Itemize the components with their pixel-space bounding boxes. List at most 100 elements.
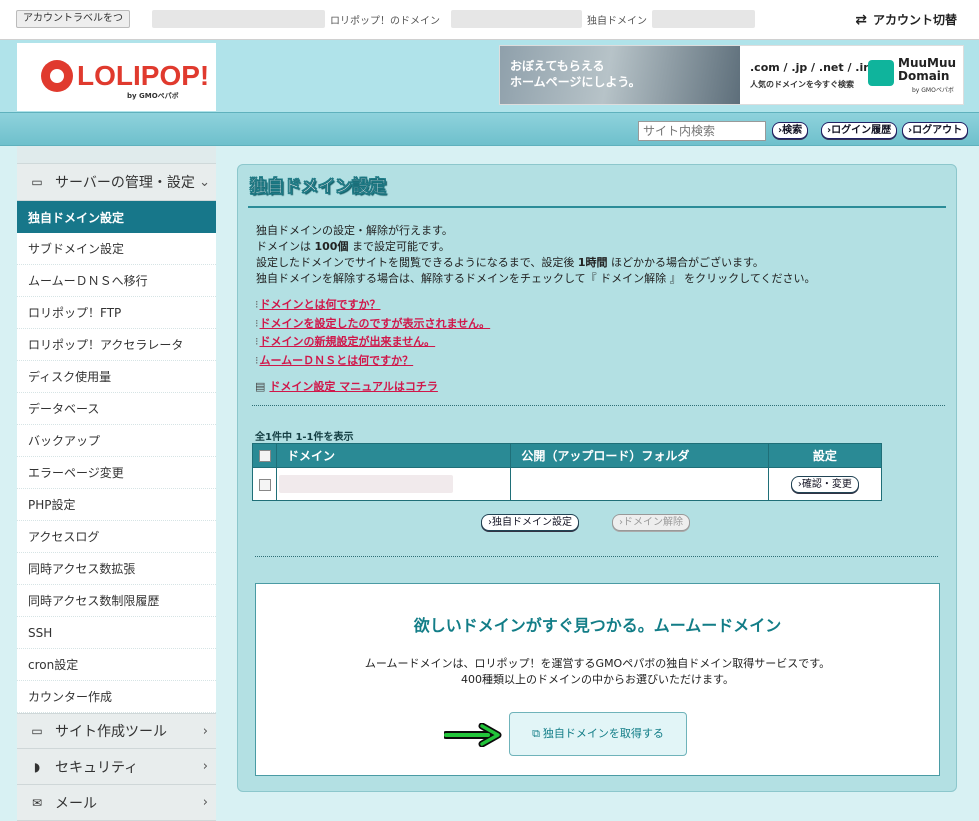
login-history-button[interactable]: ›ログイン履歴 [821,122,898,139]
sidebar-category-site-tools-label: サイト作成ツール [55,724,167,740]
sidebar-item-ftp[interactable]: ロリポップ！FTP [17,297,216,329]
promo-text: ムームードメインは、ロリポップ！を運営するGMOペパボの独自ドメイン取得サービス… [256,656,939,688]
bullet-icon: ⁝ [255,335,259,348]
help-link-label: ドメインを設定したのですが表示されません。 [259,316,491,330]
sidebar-item-disk-usage[interactable]: ディスク使用量 [17,361,216,393]
login-history-label: ログイン履歴 [831,125,892,136]
chevron-right-icon: › [202,759,208,774]
desc-line-3-bold: 1時間 [577,256,608,269]
result-count: 全1件中 1-1件を表示 [255,432,354,443]
mail-icon: ✉ [31,795,43,810]
logout-label: ログアウト [912,125,963,136]
desc-line-2-pre: ドメインは [256,240,315,253]
description: 独自ドメインの設定・解除が行えます。 ドメインは 100個 まで設定可能です。 … [256,223,816,287]
row-settings-cell: ›確認・変更 [767,467,883,501]
column-settings: 設定 [767,443,883,468]
confirm-change-label: 確認・変更 [801,478,852,490]
promo-line-2: 400種類以上のドメインの中からお選びいただけます。 [461,673,734,686]
page-title: 独自ドメイン設定 [248,174,946,208]
account-label-button[interactable]: アカウントラベルをつ [16,10,130,28]
help-link-not-displayed[interactable]: ⁝ドメインを設定したのですが表示されません。 [255,315,490,334]
desc-line-1: 独自ドメインの設定・解除が行えます。 [256,224,453,237]
laptop-icon: ▭ [31,724,43,738]
shield-icon: ◗ [33,759,41,774]
desc-line-4: 独自ドメインを解除する場合は、解除するドメインをチェックして『 ドメイン解除 』… [256,272,816,285]
row-checkbox-cell [251,467,278,501]
muumuu-by: by GMOペパボ [912,87,954,94]
domain-settings-panel: 独自ドメイン設定 独自ドメインの設定・解除が行えます。 ドメインは 100個 ま… [237,164,957,792]
bullet-icon: ⁝ [255,353,259,367]
search-button[interactable]: ›検索 [772,122,809,139]
column-folder: 公開（アップロード）フォルダ [510,443,769,468]
sidebar-item-access-log[interactable]: アクセスログ [17,521,216,553]
sidebar-item-accelerator[interactable]: ロリポップ！アクセラレータ [17,329,216,361]
sidebar-item-backup[interactable]: バックアップ [17,425,216,457]
chevron-right-icon: › [202,723,208,739]
sidebar-item-cron[interactable]: cron設定 [17,649,216,681]
sidebar: ▭ サーバーの管理・設定 ⌄ 独自ドメイン設定 サブドメイン設定 ムームーＤＮＳ… [17,146,216,821]
sidebar-category-mail[interactable]: ✉ メール › [17,785,216,821]
lolipop-logo[interactable]: LOLIPOP! by GMOペパボ [17,43,216,111]
select-all-checkbox[interactable] [258,450,271,462]
sidebar-item-own-domain[interactable]: 独自ドメイン設定 [17,201,216,233]
bullet-icon: ⁝ [255,298,259,311]
lolipop-domain-label: ロリポップ！のドメイン [330,16,440,27]
select-all-cell [251,443,278,468]
sidebar-item-error-page[interactable]: エラーページ変更 [17,457,216,489]
manual-link[interactable]: ▤ ドメイン設定 マニュアルはコチラ [255,378,438,394]
site-search-input[interactable] [638,121,766,141]
help-links: ⁝ドメインとは何ですか？ ⁝ドメインを設定したのですが表示されません。 ⁝ドメイ… [255,296,490,370]
help-link-label: ドメインとは何ですか？ [259,298,381,311]
redacted-account-name [152,10,325,28]
document-icon: ▤ [255,380,266,393]
sidebar-category-server[interactable]: ▭ サーバーの管理・設定 ⌄ [17,164,216,201]
sidebar-item-php[interactable]: PHP設定 [17,489,216,521]
muumuu-banner[interactable]: おぼえてもらえる ホームページにしよう。 .com / .jp / .net /… [499,45,964,105]
switch-account-button[interactable]: ⇄ アカウント切替 [855,11,957,28]
swap-arrows-icon: ⇄ [855,12,867,28]
sidebar-item-concurrent-expand[interactable]: 同時アクセス数拡張 [17,553,216,585]
domain-table: ドメイン 公開（アップロード）フォルダ 設定 ›確認・変更 [251,443,883,501]
banner-domains: .com / .jp / .net / .info [750,61,884,74]
sidebar-item-concurrent-history[interactable]: 同時アクセス数制限履歴 [17,585,216,617]
confirm-change-button[interactable]: ›確認・変更 [790,475,859,493]
muumuu-logo-icon [868,60,894,86]
get-domain-label: 独自ドメインを取得する [542,727,664,740]
sidebar-category-security[interactable]: ◗ セキュリティ › [17,749,216,785]
lolipop-logo-icon [41,60,73,92]
chevron-down-icon: ⌄ [199,174,210,190]
help-link-muumuu-dns[interactable]: ⁝ムームーＤＮＳとは何ですか？ [255,352,490,371]
logo-sub: by GMOペパボ [127,92,179,100]
sidebar-item-subdomain[interactable]: サブドメイン設定 [17,233,216,265]
green-arrow-icon [444,723,502,747]
divider [255,556,938,557]
server-icon: ▭ [31,175,43,189]
utility-bar: ›検索 ›ログイン履歴 ›ログアウト [0,112,979,146]
logo-text: LOLIPOP! [77,60,210,91]
get-domain-button[interactable]: ⧉ 独自ドメインを取得する [509,712,687,756]
logout-button[interactable]: ›ログアウト [902,122,969,139]
sidebar-category-site-tools[interactable]: ▭ サイト作成ツール › [17,713,216,749]
desc-line-3: 設定したドメインでサイトを閲覧できるようになるまで、設定後 1時間 ほどかかる場… [256,255,816,271]
remove-domain-label: ドメイン解除 [623,517,683,528]
banner-photo: おぼえてもらえる ホームページにしよう。 [500,46,740,104]
chevron-right-icon: › [202,795,208,810]
add-domain-button[interactable]: ›独自ドメイン設定 [481,514,579,531]
sidebar-item-database[interactable]: データベース [17,393,216,425]
account-bar: アカウントラベルをつ ロリポップ！のドメイン 独自ドメイン ⇄ アカウント切替 [0,0,979,40]
help-link-label: ドメインの新規設定が出来ません。 [259,335,436,348]
row-domain-cell [276,467,512,501]
sidebar-category-server-label: サーバーの管理・設定 [55,175,195,191]
sidebar-item-ssh[interactable]: SSH [17,617,216,649]
help-link-cannot-set[interactable]: ⁝ドメインの新規設定が出来ません。 [255,333,490,352]
redacted-own-domain [652,10,755,28]
muumuu-logo-text: MuuMuu Domain [898,56,957,83]
sidebar-item-muumuu-dns[interactable]: ムームーＤＮＳへ移行 [17,265,216,297]
row-checkbox[interactable] [258,478,271,491]
table-header-row: ドメイン 公開（アップロード）フォルダ 設定 [251,443,883,468]
sidebar-category-security-label: セキュリティ [55,759,139,776]
sidebar-item-counter[interactable]: カウンター作成 [17,681,216,713]
help-link-what-is-domain[interactable]: ⁝ドメインとは何ですか？ [255,296,490,315]
desc-line-2: ドメインは 100個 まで設定可能です。 [256,239,816,255]
remove-domain-button[interactable]: ›ドメイン解除 [612,514,690,531]
